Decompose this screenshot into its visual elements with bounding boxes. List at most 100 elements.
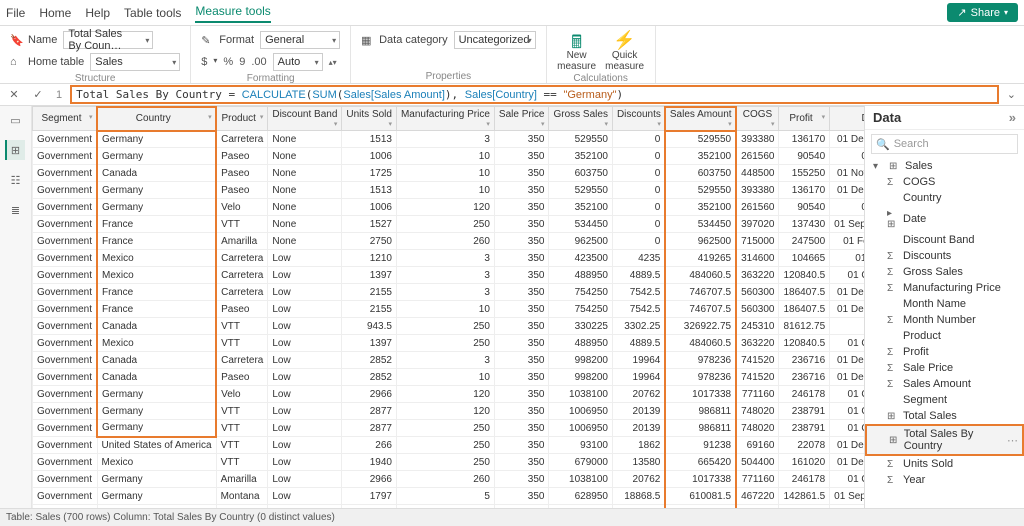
cell[interactable]: 186407.5 <box>779 284 830 301</box>
cell[interactable]: None <box>268 165 342 182</box>
cell[interactable]: 238791 <box>779 420 830 437</box>
stepper-icon[interactable]: ▴▾ <box>329 58 337 67</box>
cell[interactable]: Canada <box>97 165 216 182</box>
cell[interactable]: 746707.5 <box>665 284 736 301</box>
cell[interactable]: Low <box>268 335 342 352</box>
cell[interactable]: 350 <box>494 420 549 437</box>
cell[interactable]: 1725 <box>342 165 397 182</box>
cell[interactable]: 01 December 201 <box>830 437 864 454</box>
cell[interactable]: 01 October 201 <box>830 420 864 437</box>
field-item[interactable]: ΣProfit <box>865 344 1024 360</box>
cell[interactable]: Government <box>33 131 98 148</box>
cell[interactable]: 350 <box>494 403 549 420</box>
cell[interactable]: 250 <box>396 420 494 437</box>
name-input[interactable]: Total Sales By Coun… <box>63 31 153 49</box>
cell[interactable]: 665420 <box>665 454 736 471</box>
field-item[interactable]: ΣCOGS <box>865 174 1024 190</box>
cell[interactable]: 1038100 <box>549 471 612 488</box>
cell[interactable]: 1527 <box>342 216 397 233</box>
cell[interactable]: Low <box>268 301 342 318</box>
cell[interactable]: France <box>97 284 216 301</box>
cell[interactable]: 120 <box>396 403 494 420</box>
cell[interactable]: 423500 <box>549 250 612 267</box>
cell[interactable]: 748020 <box>736 403 779 420</box>
table-row[interactable]: GovernmentGermanyMontanaLow1797535062895… <box>33 488 865 505</box>
cell[interactable]: 746707.5 <box>665 301 736 318</box>
cell[interactable]: VTT <box>216 454 268 471</box>
cell[interactable]: 2966 <box>342 386 397 403</box>
cell[interactable]: 978236 <box>665 369 736 386</box>
cell[interactable]: 534450 <box>549 216 612 233</box>
cell[interactable]: Paseo <box>216 182 268 199</box>
cell[interactable]: 467220 <box>736 488 779 505</box>
cell[interactable]: 998200 <box>549 352 612 369</box>
cell[interactable]: Government <box>33 284 98 301</box>
cell[interactable]: 238791 <box>779 403 830 420</box>
cell[interactable]: Carretera <box>216 267 268 284</box>
cell[interactable]: 3 <box>396 284 494 301</box>
cell[interactable]: Mexico <box>97 267 216 284</box>
cell[interactable]: 137430 <box>779 216 830 233</box>
cell[interactable]: 10 <box>396 165 494 182</box>
cell[interactable]: Germany <box>97 131 216 148</box>
table-row[interactable]: GovernmentFrancePaseoLow2155103507542507… <box>33 301 865 318</box>
comma-button[interactable]: 9 <box>239 56 245 68</box>
cell[interactable]: 1513 <box>342 182 397 199</box>
field-item[interactable]: Country <box>865 190 1024 206</box>
cell[interactable]: 986811 <box>665 403 736 420</box>
column-header[interactable]: Gross Sales▾ <box>549 107 612 131</box>
table-row[interactable]: GovernmentMexicoCarreteraLow121033504235… <box>33 250 865 267</box>
cell[interactable]: 1006950 <box>549 403 612 420</box>
cell[interactable]: 363220 <box>736 267 779 284</box>
formula-expand-button[interactable]: ⌄ <box>1003 88 1020 101</box>
cell[interactable]: 350 <box>494 131 549 148</box>
new-measure-button[interactable]: 🖩 New measure <box>557 30 597 72</box>
cell[interactable]: 529550 <box>665 131 736 148</box>
cell[interactable]: Government <box>33 165 98 182</box>
home-table-select[interactable]: Sales <box>90 53 180 71</box>
cell[interactable]: 1397 <box>342 267 397 284</box>
cell[interactable]: 10 <box>396 182 494 199</box>
cell[interactable]: 20139 <box>612 403 665 420</box>
cell[interactable]: 10 <box>396 369 494 386</box>
cell[interactable]: 986811 <box>665 420 736 437</box>
cell[interactable]: Germany <box>97 148 216 165</box>
cell[interactable]: 314600 <box>736 250 779 267</box>
cell[interactable]: None <box>268 148 342 165</box>
cell[interactable]: 261560 <box>736 148 779 165</box>
column-header[interactable]: Manufacturing Price▾ <box>396 107 494 131</box>
cell[interactable]: Paseo <box>216 148 268 165</box>
cell[interactable]: Government <box>33 403 98 420</box>
table-row[interactable]: GovernmentGermanyAmarillaLow296626035010… <box>33 471 865 488</box>
cell[interactable]: 01 April 201 <box>830 318 864 335</box>
cell[interactable]: Government <box>33 471 98 488</box>
field-item[interactable]: Segment <box>865 392 1024 408</box>
cell[interactable]: Germany <box>97 182 216 199</box>
cell[interactable]: 01 October 201 <box>830 471 864 488</box>
cell[interactable]: VTT <box>216 216 268 233</box>
column-header[interactable]: Discounts▾ <box>612 107 665 131</box>
column-header[interactable]: Segment▾ <box>33 107 98 131</box>
cell[interactable]: 245310 <box>736 318 779 335</box>
data-grid[interactable]: Segment▾Country▾Product▾Discount Band▾Un… <box>32 106 864 508</box>
cell[interactable]: Carretera <box>216 131 268 148</box>
field-item[interactable]: ΣSales Amount <box>865 376 1024 392</box>
cell[interactable]: Government <box>33 267 98 284</box>
cell[interactable]: Government <box>33 437 98 454</box>
table-row[interactable]: GovernmentUnited States of AmericaVTTLow… <box>33 437 865 454</box>
cell[interactable]: Canada <box>97 352 216 369</box>
cell[interactable]: 120 <box>396 386 494 403</box>
cell[interactable]: 326922.75 <box>665 318 736 335</box>
cell[interactable]: 352100 <box>549 148 612 165</box>
cell[interactable]: 363220 <box>736 335 779 352</box>
cell[interactable]: 350 <box>494 165 549 182</box>
cell[interactable]: 529550 <box>549 182 612 199</box>
cell[interactable]: 529550 <box>549 131 612 148</box>
cell[interactable]: 19964 <box>612 369 665 386</box>
cell[interactable]: 330225 <box>549 318 612 335</box>
cell[interactable]: 741520 <box>736 352 779 369</box>
cell[interactable]: Government <box>33 420 98 437</box>
cell[interactable]: 186407.5 <box>779 301 830 318</box>
cell[interactable]: 715000 <box>736 233 779 250</box>
cell[interactable]: 352100 <box>665 199 736 216</box>
